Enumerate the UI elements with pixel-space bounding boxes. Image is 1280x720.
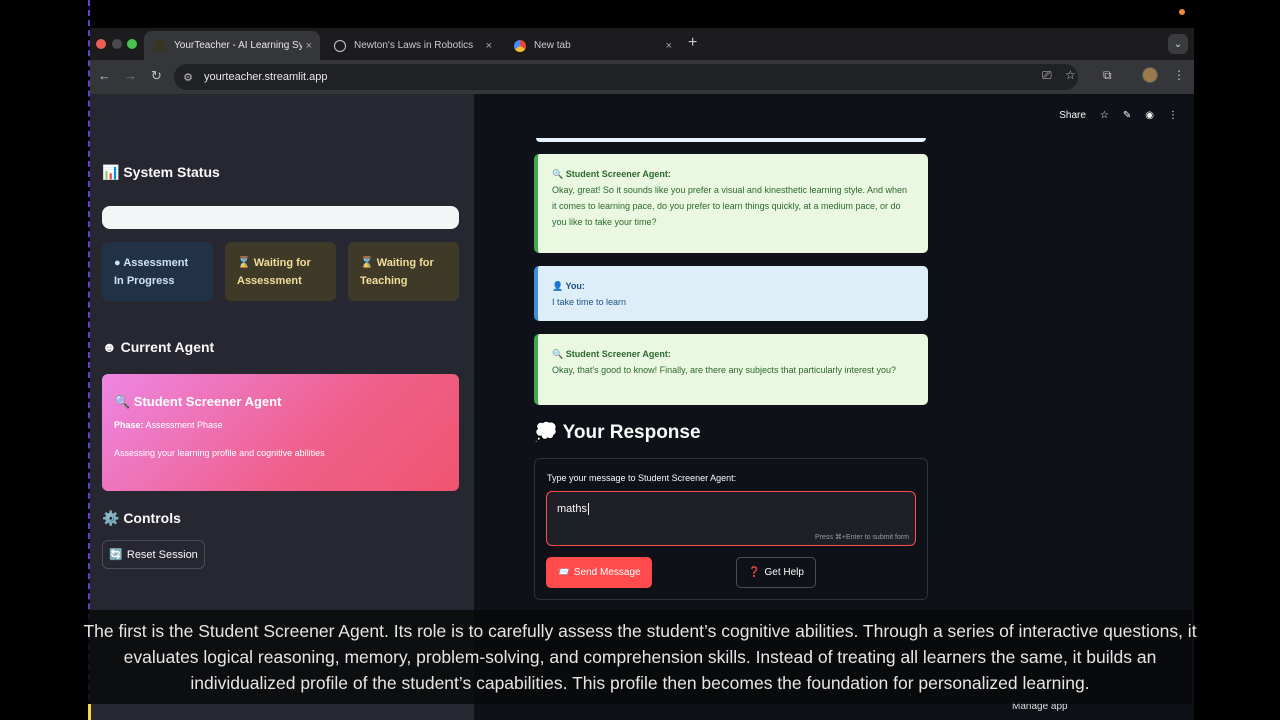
- reset-session-label: Reset Session: [126, 548, 198, 561]
- close-tab-icon[interactable]: ×: [486, 40, 492, 52]
- more-menu-icon[interactable]: ⋮: [1168, 110, 1178, 121]
- current-agent-heading: ☻ Current Agent: [102, 339, 215, 355]
- tab-strip: YourTeacher - AI Learning Sy × Newton's …: [90, 28, 1194, 60]
- agent-name: 🔍 Student Screener Agent: [114, 394, 282, 409]
- current-agent-card: 🔍 Student Screener Agent Phase: Assessme…: [102, 374, 459, 491]
- submit-hint: Press ⌘+Enter to submit form: [815, 534, 909, 541]
- controls-heading: ⚙️ Controls: [102, 510, 181, 526]
- send-message-label: Send Message: [573, 567, 641, 578]
- video-caption: The first is the Student Screener Agent.…: [83, 621, 1197, 693]
- tab-new-tab[interactable]: New tab ×: [504, 31, 680, 60]
- message-textarea[interactable]: maths Press ⌘+Enter to submit form: [546, 491, 916, 546]
- system-status-heading: 📊 System Status: [102, 164, 220, 180]
- graduation-cap-icon: [154, 39, 166, 52]
- message-author: 👤 You:: [552, 281, 585, 291]
- agent-phase: Phase: Assessment Phase: [114, 420, 223, 430]
- back-arrow-icon[interactable]: ←: [98, 68, 111, 83]
- recording-dot: [1179, 9, 1185, 15]
- profile-avatar[interactable]: [1142, 67, 1158, 83]
- window-close-button[interactable]: [96, 39, 106, 49]
- message-author: 🔍 Student Screener Agent:: [552, 169, 671, 179]
- share-button[interactable]: Share: [1059, 110, 1086, 121]
- app-header-actions: Share ☆ ✎ ◉ ⋮: [1059, 110, 1178, 121]
- close-tab-icon[interactable]: ×: [306, 40, 312, 52]
- star-icon[interactable]: ☆: [1100, 110, 1109, 121]
- tab-newtons-laws[interactable]: Newton's Laws in Robotics ×: [324, 31, 500, 60]
- message-text: Okay, that's good to know! Finally, are …: [552, 365, 897, 375]
- question-icon: ❓: [748, 567, 761, 578]
- globe-icon: [334, 39, 346, 52]
- address-bar[interactable]: ⚙ yourteacher.streamlit.app: [174, 64, 1078, 90]
- get-help-button[interactable]: ❓ Get Help: [736, 557, 816, 588]
- refresh-icon: 🔄: [109, 549, 123, 561]
- message-text: I take time to learn: [552, 297, 627, 307]
- message-input-label: Type your message to Student Screener Ag…: [547, 473, 737, 483]
- magnifier-icon: ●: [114, 257, 121, 269]
- response-form: Type your message to Student Screener Ag…: [534, 458, 928, 600]
- chrome-icon: [514, 39, 526, 52]
- browser-toolbar: ← → ↻ ⚙ yourteacher.streamlit.app ⎚ ☆ ⧉ …: [90, 60, 1194, 94]
- tab-search-button[interactable]: ⌄: [1168, 34, 1188, 54]
- site-info-icon[interactable]: ⚙: [178, 71, 198, 84]
- send-message-button[interactable]: 📨 Send Message: [546, 557, 652, 588]
- status-card-line1: ⌛ Waiting for: [360, 257, 434, 269]
- chat-message-agent: 🔍 Student Screener Agent: Okay, great! S…: [534, 154, 928, 253]
- message-author: 🔍 Student Screener Agent:: [552, 349, 671, 359]
- status-card-line1: ● Assessment: [114, 257, 189, 269]
- tab-label: Newton's Laws in Robotics: [354, 40, 474, 51]
- url-text: yourteacher.streamlit.app: [204, 71, 328, 83]
- status-progress-bar: [102, 206, 459, 229]
- extensions-icon[interactable]: ⧉: [1103, 68, 1112, 83]
- browser-menu-icon[interactable]: ⋮: [1173, 68, 1185, 82]
- tab-label: YourTeacher - AI Learning Sy: [174, 40, 302, 51]
- forward-arrow-icon[interactable]: →: [124, 68, 137, 83]
- status-card-assessment: ● Assessment In Progress: [102, 242, 213, 301]
- close-tab-icon[interactable]: ×: [666, 40, 672, 52]
- cast-icon[interactable]: ⎚: [1042, 68, 1052, 83]
- timeline-marker: [88, 704, 91, 720]
- edit-pencil-icon[interactable]: ✎: [1123, 110, 1131, 121]
- agent-description: Assessing your learning profile and cogn…: [114, 448, 325, 458]
- reload-icon[interactable]: ↻: [151, 68, 162, 84]
- reset-session-button[interactable]: 🔄 Reset Session: [102, 540, 205, 569]
- status-card-line2: In Progress: [114, 275, 175, 287]
- chat-message-agent: 🔍 Student Screener Agent: Okay, that's g…: [534, 334, 928, 405]
- github-icon[interactable]: ◉: [1145, 110, 1154, 121]
- window-zoom-button[interactable]: [127, 39, 137, 49]
- status-card-waiting-assessment: ⌛ Waiting for Assessment: [225, 242, 336, 301]
- envelope-icon: 📨: [557, 567, 570, 578]
- status-card-line2: Assessment: [237, 275, 302, 287]
- message-text: Okay, great! So it sounds like you prefe…: [552, 185, 908, 227]
- window-minimize-button[interactable]: [112, 39, 122, 49]
- hourglass-icon: ⌛: [360, 257, 374, 269]
- tab-yourteacher[interactable]: YourTeacher - AI Learning Sy ×: [144, 31, 320, 60]
- status-card-waiting-teaching: ⌛ Waiting for Teaching: [348, 242, 459, 301]
- new-tab-button[interactable]: +: [688, 34, 697, 52]
- get-help-label: Get Help: [764, 567, 804, 578]
- status-card-line2: Teaching: [360, 275, 408, 287]
- chat-message-user: 👤 You: I take time to learn: [534, 266, 928, 321]
- tab-label: New tab: [534, 40, 571, 51]
- hourglass-icon: ⌛: [237, 257, 251, 269]
- status-card-line1: ⌛ Waiting for: [237, 257, 311, 269]
- bookmark-star-icon[interactable]: ☆: [1065, 68, 1076, 82]
- screen: YourTeacher - AI Learning Sy × Newton's …: [0, 0, 1280, 720]
- your-response-heading: 💭 Your Response: [534, 422, 701, 443]
- previous-message-edge: [536, 138, 926, 142]
- message-input-value: maths: [557, 503, 589, 516]
